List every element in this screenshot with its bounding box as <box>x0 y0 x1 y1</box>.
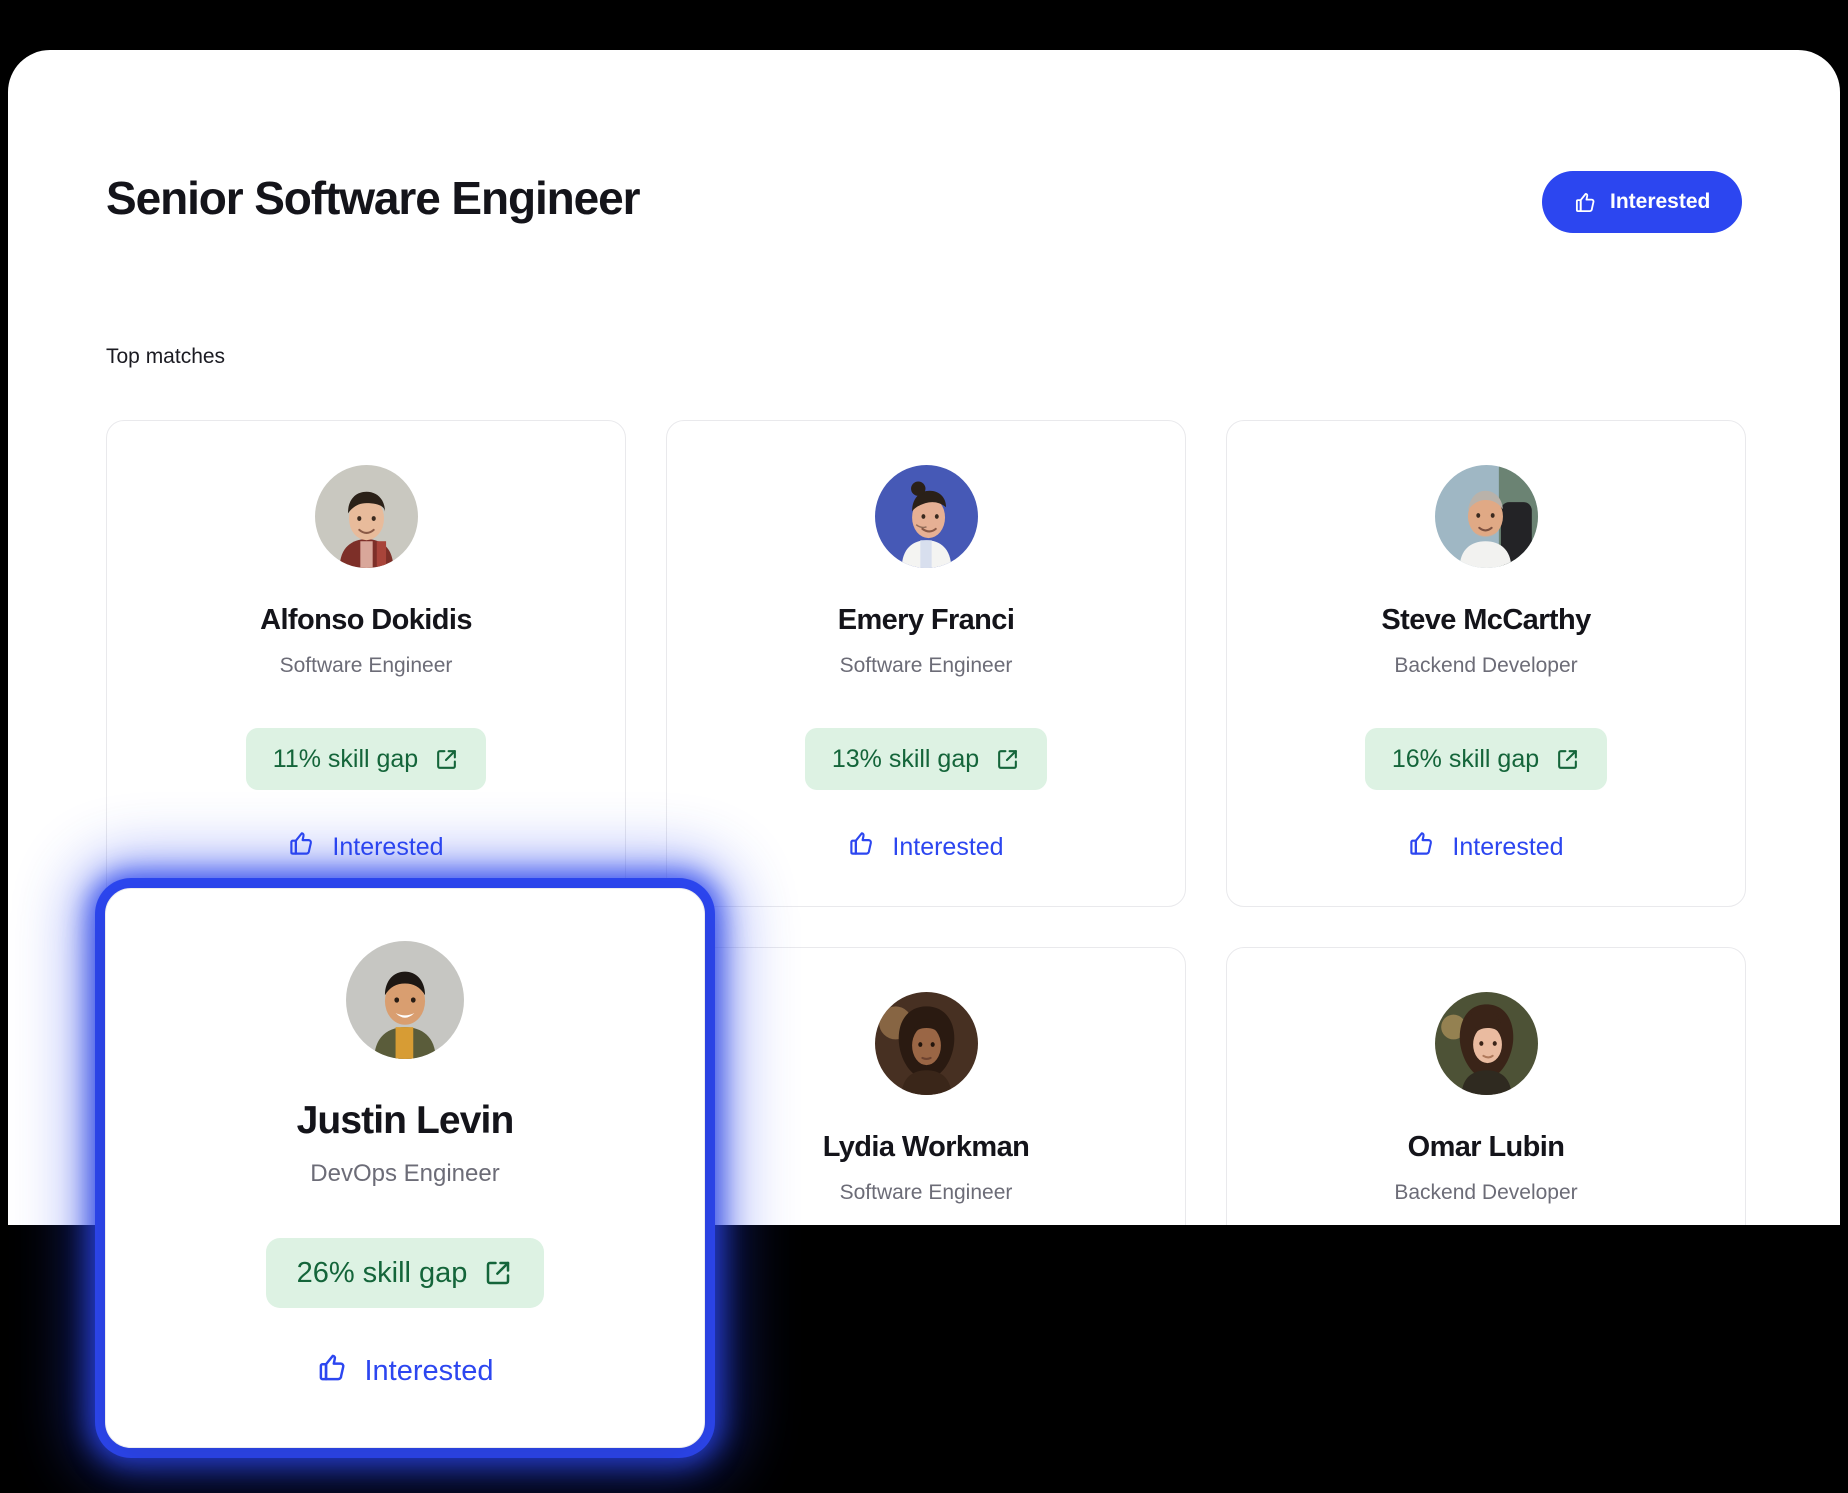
candidate-role: DevOps Engineer <box>310 1160 500 1187</box>
candidate-role: Software Engineer <box>839 1181 1013 1204</box>
skill-gap-badge[interactable]: 11% skill gap <box>245 728 487 790</box>
candidate-name: Alfonso Dokidis <box>260 604 472 636</box>
page-header: Senior Software Engineer Interested <box>8 50 1840 265</box>
skill-gap-label: 16% skill gap <box>1391 744 1540 773</box>
card-interested-button[interactable]: Interested <box>1408 830 1564 864</box>
skill-gap-badge[interactable]: 13% skill gap <box>804 728 1048 790</box>
candidate-card[interactable]: Omar Lubin Backend Developer 27% skill g… <box>1226 947 1746 1225</box>
card-interested-button[interactable]: Interested <box>317 1352 494 1391</box>
external-link-icon <box>483 1258 513 1288</box>
candidate-name: Lydia Workman <box>822 1131 1030 1163</box>
avatar-steve-mccarthy <box>1434 465 1538 568</box>
card-interested-label: Interested <box>364 1355 494 1387</box>
avatar-omar-lubin <box>1434 992 1538 1095</box>
skill-gap-label: 11% skill gap <box>272 744 419 773</box>
external-link-icon <box>434 747 459 772</box>
thumbs-up-icon <box>848 830 875 864</box>
candidate-name: Emery Franci <box>837 604 1015 636</box>
candidate-name: Steve McCarthy <box>1381 604 1591 636</box>
candidate-card[interactable]: Steve McCarthy Backend Developer 16% ski… <box>1226 420 1746 907</box>
screen: Senior Software Engineer Interested Top … <box>0 0 1848 1493</box>
selected-candidate-overlay: Justin Levin DevOps Engineer 26% skill g… <box>105 888 705 1448</box>
header-interested-button[interactable]: Interested <box>1542 171 1743 233</box>
avatar-alfonso-dokidis <box>314 465 418 568</box>
candidate-name: Justin Levin <box>296 1099 515 1142</box>
candidate-card[interactable]: Lydia Workman Software Engineer 24% skil… <box>666 947 1186 1225</box>
skill-gap-badge[interactable]: 16% skill gap <box>1364 728 1608 790</box>
thumbs-up-icon <box>1574 191 1597 214</box>
skill-gap-badge[interactable]: 26% skill gap <box>265 1238 545 1308</box>
candidate-role: Software Engineer <box>839 654 1013 677</box>
external-link-icon <box>995 747 1020 772</box>
card-interested-label: Interested <box>892 832 1004 861</box>
candidate-card[interactable]: Emery Franci Software Engineer 13% skill… <box>666 420 1186 907</box>
avatar-justin-levin <box>346 941 464 1059</box>
thumbs-up-icon <box>317 1352 348 1391</box>
avatar-emery-franci <box>874 465 978 568</box>
thumbs-up-icon <box>1408 830 1435 864</box>
card-interested-label: Interested <box>332 832 444 861</box>
candidate-role: Software Engineer <box>279 654 453 677</box>
candidate-role: Backend Developer <box>1394 654 1578 677</box>
card-interested-button[interactable]: Interested <box>288 830 444 864</box>
thumbs-up-icon <box>288 830 315 864</box>
avatar-lydia-workman <box>874 992 978 1095</box>
candidate-role: Backend Developer <box>1394 1181 1578 1204</box>
section-label-top-matches: Top matches <box>106 345 226 368</box>
card-interested-button[interactable]: Interested <box>848 830 1004 864</box>
header-interested-label: Interested <box>1610 190 1711 213</box>
skill-gap-label: 26% skill gap <box>296 1256 468 1289</box>
selected-candidate-card[interactable]: Justin Levin DevOps Engineer 26% skill g… <box>105 888 705 1448</box>
external-link-icon <box>1555 747 1580 772</box>
candidate-card[interactable]: Alfonso Dokidis Software Engineer 11% sk… <box>106 420 626 907</box>
card-interested-label: Interested <box>1452 832 1564 861</box>
candidate-name: Omar Lubin <box>1407 1131 1565 1163</box>
skill-gap-label: 13% skill gap <box>831 744 980 773</box>
page-title: Senior Software Engineer <box>106 172 641 224</box>
